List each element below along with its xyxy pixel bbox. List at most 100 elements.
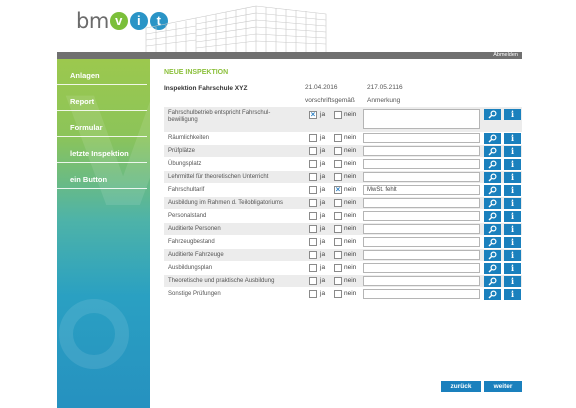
yes-checkbox[interactable] [309,251,317,259]
info-button[interactable]: i [504,210,521,222]
sidebar-watermark [59,299,129,369]
remark-input[interactable] [363,237,480,247]
sidebar-divider [57,110,147,111]
no-checkbox[interactable] [334,277,342,285]
remark-input[interactable]: MwSt. fehlt [363,185,480,195]
yes-checkbox[interactable] [309,186,317,194]
info-button[interactable]: i [504,109,521,120]
yes-checkbox[interactable] [309,277,317,285]
sidebar-item-formular[interactable]: Formular [57,123,150,137]
yes-checkbox[interactable] [309,147,317,155]
remark-input[interactable] [363,289,480,299]
remark-input[interactable] [363,133,480,143]
search-button[interactable] [484,236,501,248]
no-label: nein [344,147,357,154]
search-icon [488,263,497,272]
no-checkbox[interactable] [334,160,342,168]
sidebar-item-letzte-inspektion[interactable]: letzte Inspektion [57,149,150,163]
no-checkbox[interactable] [334,147,342,155]
sidebar-item-anlagen[interactable]: Anlagen [57,71,150,85]
info-button[interactable]: i [504,132,521,144]
yes-checkbox[interactable] [309,290,317,298]
search-icon [488,237,497,246]
yes-checkbox[interactable] [309,160,317,168]
yes-checkbox[interactable] [309,173,317,181]
logout-link[interactable]: Abmelden [493,51,518,59]
logo-text: bm [76,9,109,33]
header: bm v i t [0,0,576,52]
info-button[interactable]: i [504,288,521,300]
logo-letter: v [109,12,128,30]
yes-label: ja [320,264,326,271]
remark-input[interactable] [363,224,480,234]
remark-input[interactable] [363,276,480,286]
search-button[interactable] [484,262,501,274]
table-row: Fahrschultarif ja × nein MwSt. fehlt i [164,184,522,196]
remark-input[interactable] [363,146,480,156]
no-checkbox[interactable] [334,251,342,259]
info-button[interactable]: i [504,262,521,274]
remark-input[interactable] [363,109,480,129]
sidebar-item-label: Formular [70,123,103,132]
info-button[interactable]: i [504,158,521,170]
search-button[interactable] [484,223,501,235]
no-checkbox[interactable] [334,134,342,142]
search-button[interactable] [484,145,501,157]
row-label: Übungsplatz [168,160,202,167]
yes-checkbox[interactable] [309,225,317,233]
yes-label: ja [320,186,326,193]
table-row: Fahrzeugbestand ja nein i [164,236,522,248]
search-button[interactable] [484,249,501,261]
search-button[interactable] [484,184,501,196]
search-button[interactable] [484,197,501,209]
info-button[interactable]: i [504,197,521,209]
no-checkbox[interactable] [334,212,342,220]
yes-label: ja [320,199,326,206]
row-label: Lehrmittel für theoretischen Unterricht [168,173,269,180]
info-button[interactable]: i [504,171,521,183]
info-button[interactable]: i [504,249,521,261]
sidebar-item-report[interactable]: Report [57,97,150,111]
sidebar-item-label: Anlagen [70,71,100,80]
yes-checkbox[interactable] [309,264,317,272]
search-icon [488,276,497,285]
search-button[interactable] [484,288,501,300]
yes-checkbox[interactable] [309,134,317,142]
remark-input[interactable] [363,250,480,260]
search-button[interactable] [484,109,501,120]
no-checkbox[interactable] [334,264,342,272]
remark-input[interactable] [363,172,480,182]
yes-checkbox[interactable] [309,199,317,207]
search-icon [488,110,497,119]
remark-input[interactable] [363,263,480,273]
no-checkbox[interactable]: × [334,185,342,194]
no-checkbox[interactable] [334,111,342,119]
info-icon: i [510,184,515,195]
search-button[interactable] [484,275,501,287]
yes-checkbox[interactable] [309,238,317,246]
back-button[interactable]: zurück [441,381,481,392]
no-checkbox[interactable] [334,238,342,246]
next-button[interactable]: weiter [484,381,522,392]
search-button[interactable] [484,132,501,144]
no-checkbox[interactable] [334,199,342,207]
yes-checkbox[interactable] [309,212,317,220]
remark-input[interactable] [363,198,480,208]
no-checkbox[interactable] [334,225,342,233]
info-button[interactable]: i [504,223,521,235]
no-label: nein [344,238,357,245]
no-checkbox[interactable] [334,173,342,181]
yes-checkbox[interactable]: × [309,110,317,119]
search-button[interactable] [484,210,501,222]
info-button[interactable]: i [504,184,521,196]
sidebar-item-ein-button[interactable]: ein Button [57,175,150,189]
no-checkbox[interactable] [334,290,342,298]
remark-input[interactable] [363,211,480,221]
info-button[interactable]: i [504,236,521,248]
info-button[interactable]: i [504,275,521,287]
search-button[interactable] [484,158,501,170]
info-button[interactable]: i [504,145,521,157]
remark-input[interactable] [363,159,480,169]
search-button[interactable] [484,171,501,183]
no-label: nein [344,264,357,271]
